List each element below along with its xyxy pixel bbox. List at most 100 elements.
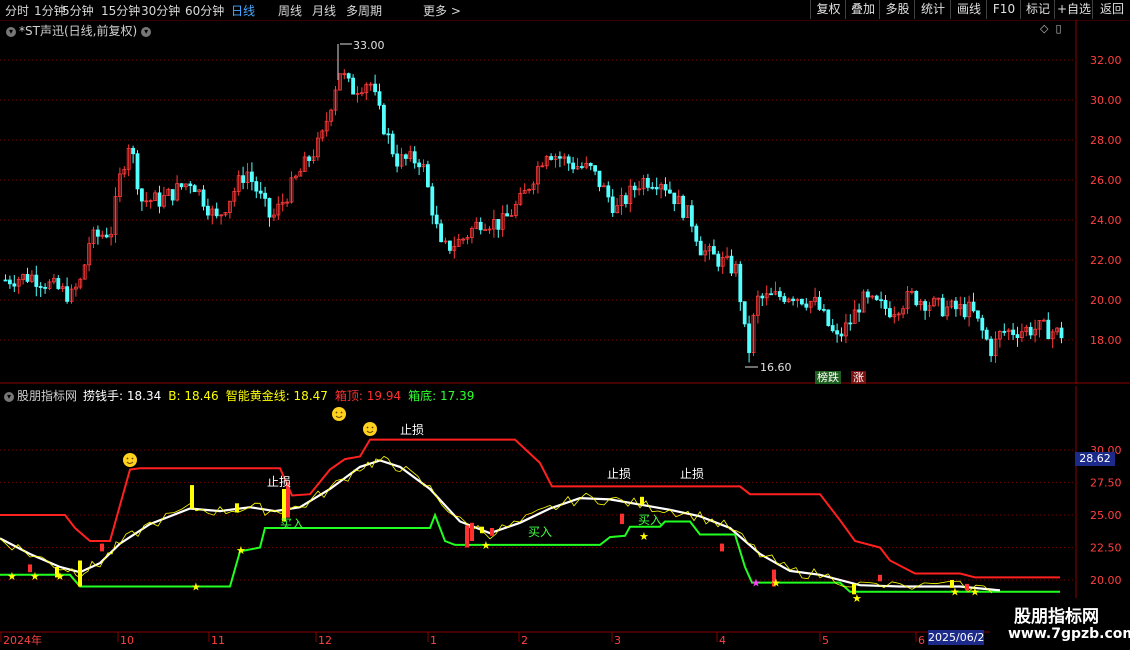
buy-label: 买入 — [280, 517, 304, 531]
candle-body — [571, 162, 575, 170]
chevron-down-icon[interactable]: ▾ — [4, 391, 14, 402]
chevron-down-icon[interactable]: ▾ — [6, 26, 16, 37]
indicator-name: 股朋指标网 — [17, 389, 78, 403]
y-tick-label: 20.00 — [1090, 574, 1122, 587]
candle-body — [826, 309, 831, 326]
candle-body — [157, 192, 162, 207]
indicator-chart[interactable]: 30.0027.5025.0022.5020.00★ ★ ★★★ ★★★★ ★ ★★止损止… — [0, 386, 1130, 650]
current-value-badge: 28.62 — [1075, 452, 1115, 466]
x-tick-label: 5 — [822, 634, 829, 647]
candlestick-chart[interactable]: 32.00 30.00 28.00 26.00 24.00 22.00 20.00 18.00… — [0, 20, 1130, 384]
star-icon: ★ — [950, 586, 960, 599]
diamond-icon[interactable]: ◇ — [1040, 22, 1048, 35]
candle-body — [96, 229, 100, 237]
candle-body — [879, 299, 883, 302]
candle-body — [447, 240, 452, 251]
period-tab-0[interactable]: 分时 — [5, 2, 29, 19]
stop-loss-label: 止损 — [267, 475, 291, 489]
period-tab-8[interactable]: 月线 — [312, 2, 336, 19]
indicator-value-2: 智能黄金线: 18.47 — [225, 389, 328, 403]
candle-body — [624, 195, 628, 205]
candle-body — [417, 162, 422, 168]
star-icon: ★ — [30, 570, 40, 583]
period-tab-5[interactable]: 60分钟 — [185, 2, 224, 19]
candle-body — [1011, 329, 1015, 335]
candle-body — [747, 323, 751, 354]
candle-body — [698, 240, 703, 256]
signal-bar — [470, 522, 474, 541]
candle-body — [712, 246, 716, 255]
y-tick-label: 30.00 — [1090, 94, 1122, 107]
indicator-title: ▾ 股朋指标网 捞钱手: 18.34 B: 18.46 智能黄金线: 18.47 箱顶: … — [4, 387, 481, 404]
indicator-value-0: 捞钱手: 18.34 — [83, 389, 162, 403]
candle-body — [430, 186, 435, 216]
toolbar-button-3[interactable]: 统计 — [914, 0, 951, 19]
candle-body — [170, 189, 175, 201]
stop-loss-label: 止损 — [607, 467, 631, 481]
candle-body — [131, 147, 136, 155]
x-tick-label: 1 — [430, 634, 437, 647]
stop-loss-label: 止损 — [400, 423, 424, 437]
indicator-value-4: 箱底: 17.39 — [408, 389, 475, 403]
candle-body — [403, 154, 408, 159]
star-icon: ★ — [751, 577, 761, 590]
candle-body — [549, 156, 553, 160]
rank-badge[interactable]: 榜跌 — [815, 371, 841, 384]
low-price-label: 16.60 — [760, 361, 792, 374]
star-icon: ★ — [639, 530, 649, 543]
toolbar-button-8[interactable]: 返回 — [1092, 0, 1130, 19]
candle-body — [729, 255, 734, 274]
star-icon: ★ — [236, 544, 246, 557]
period-tab-1[interactable]: 1分钟 — [34, 2, 66, 19]
window-icon[interactable]: ▯ — [1055, 22, 1061, 35]
signal-bar — [78, 560, 82, 587]
candle-body — [43, 287, 47, 289]
candle-body — [716, 253, 721, 267]
period-tab-2[interactable]: 5分钟 — [62, 2, 94, 19]
candle-body — [34, 274, 39, 287]
candle-body — [188, 183, 193, 187]
period-tab-7[interactable]: 周线 — [278, 2, 302, 19]
star-icon: ★ — [852, 592, 862, 605]
rise-badge[interactable]: 涨 — [851, 371, 866, 384]
candle-body — [263, 192, 268, 199]
candle-body — [135, 153, 140, 190]
candle-body — [760, 295, 765, 299]
candle-body — [1002, 331, 1007, 333]
candle-body — [249, 171, 254, 182]
money-hand-line — [0, 459, 1001, 592]
candle-body — [12, 283, 17, 287]
period-tab-4[interactable]: 30分钟 — [141, 2, 180, 19]
candle-body — [439, 223, 444, 243]
more-periods-button[interactable]: 更多 > — [423, 2, 461, 19]
candle-body — [56, 278, 61, 289]
candle-body — [888, 308, 892, 318]
toolbar-button-6[interactable]: 标记 — [1020, 0, 1055, 19]
toolbar-button-5[interactable]: F10 — [986, 0, 1021, 19]
candle-body — [835, 330, 839, 335]
candle-body — [258, 190, 263, 194]
toolbar-button-7[interactable]: +自选 — [1054, 0, 1093, 19]
candle-body — [25, 274, 30, 282]
y-tick-label: 22.00 — [1090, 254, 1122, 267]
toolbar-button-2[interactable]: 多股 — [879, 0, 915, 19]
smiley-icon — [123, 453, 137, 467]
candle-body — [874, 295, 879, 301]
toolbar-button-4[interactable]: 画线 — [950, 0, 987, 19]
x-tick-label: 4 — [719, 634, 726, 647]
toolbar-button-0[interactable]: 复权 — [810, 0, 846, 19]
candle-body — [690, 205, 694, 227]
period-tab-3[interactable]: 15分钟 — [101, 2, 140, 19]
chevron-down-icon[interactable]: ▾ — [141, 26, 152, 37]
period-tab-6[interactable]: 日线 — [231, 2, 255, 19]
star-icon: ★ — [970, 586, 980, 599]
candle-body — [738, 263, 743, 303]
signal-bar — [490, 528, 494, 536]
candle-body — [791, 298, 795, 302]
toolbar-button-1[interactable]: 叠加 — [845, 0, 880, 19]
candle-body — [989, 338, 993, 357]
candle-body — [478, 221, 483, 231]
period-tab-9[interactable]: 多周期 — [346, 2, 382, 19]
watermark-title: 股朋指标网 — [1014, 607, 1099, 627]
candle-body — [839, 333, 844, 337]
